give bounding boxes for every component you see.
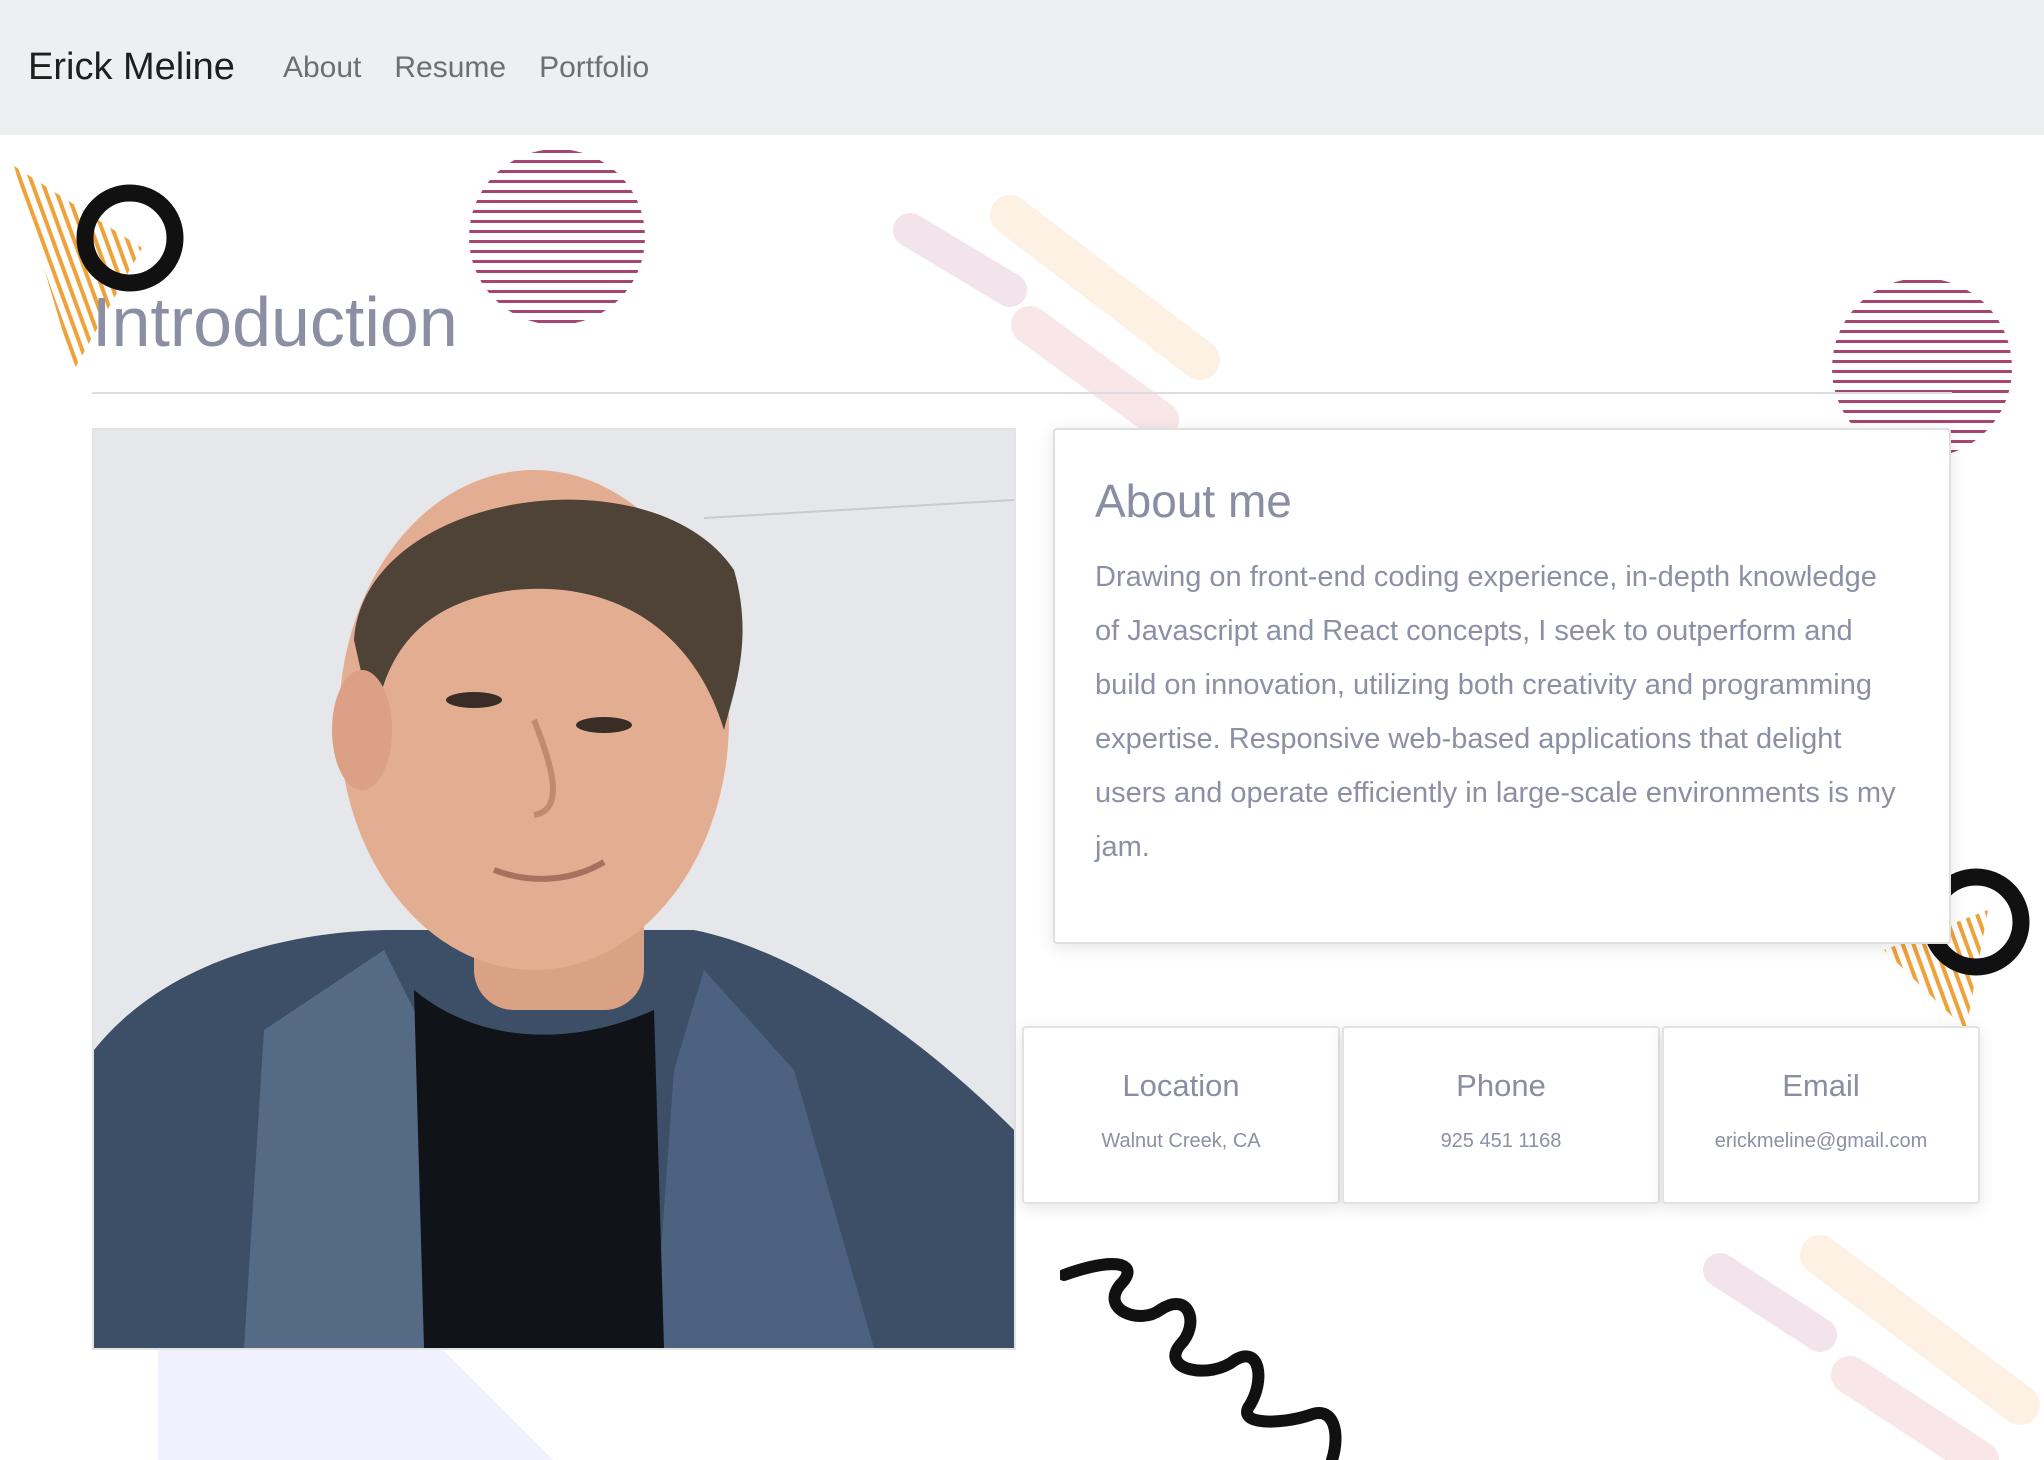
profile-photo: [92, 428, 1016, 1350]
about-card: About me Drawing on front-end coding exp…: [1053, 428, 1951, 944]
striped-circle-decoration: [466, 150, 648, 325]
about-text: Drawing on front-end coding experience, …: [1095, 561, 1896, 863]
nav-link-portfolio[interactable]: Portfolio: [539, 51, 649, 85]
location-card: Location Walnut Creek, CA: [1022, 1026, 1340, 1204]
faded-bars-decoration: [1690, 1230, 2044, 1460]
email-title: Email: [1782, 1068, 1860, 1103]
email-card: Email erickmeline@gmail.com: [1662, 1026, 1980, 1204]
location-value: Walnut Creek, CA: [1101, 1130, 1261, 1152]
nav-links: About Resume Portfolio: [283, 51, 649, 85]
page-title: Introduction: [92, 283, 458, 361]
email-value: erickmeline@gmail.com: [1714, 1130, 1928, 1152]
contact-info-row: Location Walnut Creek, CA Phone 925 451 …: [1022, 1026, 1980, 1204]
squiggle-decoration: [1060, 1255, 1350, 1460]
brand-link[interactable]: Erick Meline: [28, 46, 235, 89]
phone-value: 925 451 1168: [1440, 1130, 1562, 1152]
about-title: About me: [1095, 475, 1292, 527]
location-title: Location: [1122, 1068, 1240, 1103]
phone-title: Phone: [1456, 1068, 1546, 1103]
divider: [92, 392, 1952, 394]
faded-bars-decoration: [880, 190, 1240, 430]
nav-link-resume[interactable]: Resume: [394, 51, 506, 85]
phone-card: Phone 925 451 1168: [1342, 1026, 1660, 1204]
lavender-shape-decoration: [158, 1345, 558, 1460]
navbar: Erick Meline About Resume Portfolio: [0, 0, 2044, 135]
nav-link-about[interactable]: About: [283, 51, 361, 85]
